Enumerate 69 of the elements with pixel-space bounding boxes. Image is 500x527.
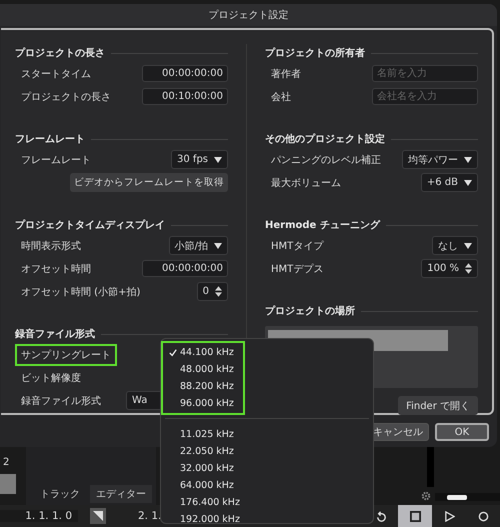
caret-icon bbox=[214, 242, 222, 248]
section-title: フレームレート bbox=[15, 133, 85, 146]
dropdown-select[interactable]: なし bbox=[432, 236, 478, 255]
field-label: 著作者 bbox=[270, 68, 302, 82]
caret-icon bbox=[214, 156, 222, 162]
track-number: 2 bbox=[2, 457, 10, 468]
scroll-bar[interactable] bbox=[435, 493, 500, 501]
record-icon bbox=[478, 510, 488, 522]
field-label: オフセット時間 bbox=[20, 262, 92, 276]
stepper-field[interactable]: 0 bbox=[196, 282, 228, 301]
menu-item[interactable]: 44.100 kHz bbox=[163, 344, 243, 361]
level-meter bbox=[427, 447, 434, 487]
field-label: HMTタイプ bbox=[270, 240, 325, 254]
stop-button[interactable] bbox=[398, 505, 432, 527]
input-field[interactable]: 名前を入力 bbox=[372, 65, 478, 82]
menu-item[interactable]: 32.000 kHz bbox=[163, 460, 243, 477]
field-label: フレームレート bbox=[20, 154, 92, 168]
section-title: 録音ファイル形式 bbox=[15, 327, 95, 341]
menu-item[interactable]: 48.000 kHz bbox=[163, 361, 243, 378]
input-field[interactable]: 会社名を入力 bbox=[372, 88, 478, 105]
ok-button[interactable]: OK bbox=[435, 423, 489, 441]
menu-item[interactable]: 64.000 kHz bbox=[163, 477, 243, 494]
field-label: 時間表示形式 bbox=[20, 240, 82, 254]
field-label: サンプリングレート bbox=[15, 344, 117, 366]
track-color-swatch bbox=[0, 474, 16, 494]
get-frame-rate-button[interactable]: ビデオからフレームレートを取得 bbox=[70, 173, 228, 192]
window-title: プロジェクト設定 bbox=[208, 8, 288, 22]
field-label: スタートタイム bbox=[20, 68, 92, 82]
section-title: プロジェクトの所有者 bbox=[265, 46, 365, 60]
field-label: プロジェクトの長さ bbox=[20, 90, 112, 104]
menu-item[interactable]: 22.050 kHz bbox=[163, 443, 243, 460]
caret-icon bbox=[464, 156, 472, 162]
time-field[interactable]: 00:00:00:00 bbox=[142, 260, 228, 277]
stop-icon bbox=[410, 510, 420, 522]
field-label: 会社 bbox=[270, 90, 292, 104]
section-title: プロジェクトの場所 bbox=[265, 304, 355, 318]
field-label: HMTデプス bbox=[270, 262, 324, 276]
stepper-arrows-icon bbox=[215, 286, 222, 297]
position-display: 1. 1. 1. 0 bbox=[0, 510, 78, 522]
stepper-field[interactable]: 100 % bbox=[421, 259, 478, 278]
caret-icon bbox=[464, 242, 472, 248]
menu-item[interactable]: 11.025 kHz bbox=[163, 426, 243, 443]
menu-item[interactable]: 192.000 kHz bbox=[163, 511, 243, 527]
dropdown-select[interactable]: +6 dB bbox=[420, 173, 478, 192]
field-label: ビット解像度 bbox=[20, 372, 82, 386]
locator-icon[interactable] bbox=[90, 508, 106, 524]
loop-icon bbox=[374, 510, 388, 522]
section-title: Hermode チューニング bbox=[265, 219, 380, 232]
time-field[interactable]: 00:10:00:00 bbox=[142, 88, 228, 105]
field-label: オフセット時間 (小節+拍) bbox=[20, 286, 142, 300]
section-title: プロジェクトタイムディスプレイ bbox=[15, 218, 165, 232]
zone-tab[interactable]: トラック bbox=[34, 485, 86, 503]
dropdown-select[interactable]: 均等パワー bbox=[402, 150, 478, 169]
section-title: プロジェクトの長さ bbox=[15, 46, 105, 60]
position-display: 2. 1. bbox=[138, 510, 162, 522]
caret-icon bbox=[464, 180, 472, 186]
menu-item[interactable]: 176.400 kHz bbox=[163, 494, 243, 511]
field-label: 録音ファイル形式 bbox=[20, 394, 102, 408]
zone-tab[interactable]: エディター bbox=[90, 485, 152, 503]
dropdown-select[interactable]: 小節/拍 bbox=[168, 236, 228, 255]
settings-icon[interactable] bbox=[421, 491, 431, 501]
open-in-finder-button[interactable]: Finder で開く bbox=[398, 396, 478, 415]
field-label: パンニングのレベル補正 bbox=[270, 154, 382, 168]
field-label: 最大ボリューム bbox=[270, 176, 342, 190]
section-title: その他のプロジェクト設定 bbox=[265, 132, 385, 146]
time-field[interactable]: 00:00:00:00 bbox=[142, 65, 228, 82]
play-icon bbox=[444, 510, 454, 522]
dropdown-select[interactable]: 30 fps bbox=[171, 150, 228, 169]
stepper-arrows-icon bbox=[465, 263, 472, 274]
